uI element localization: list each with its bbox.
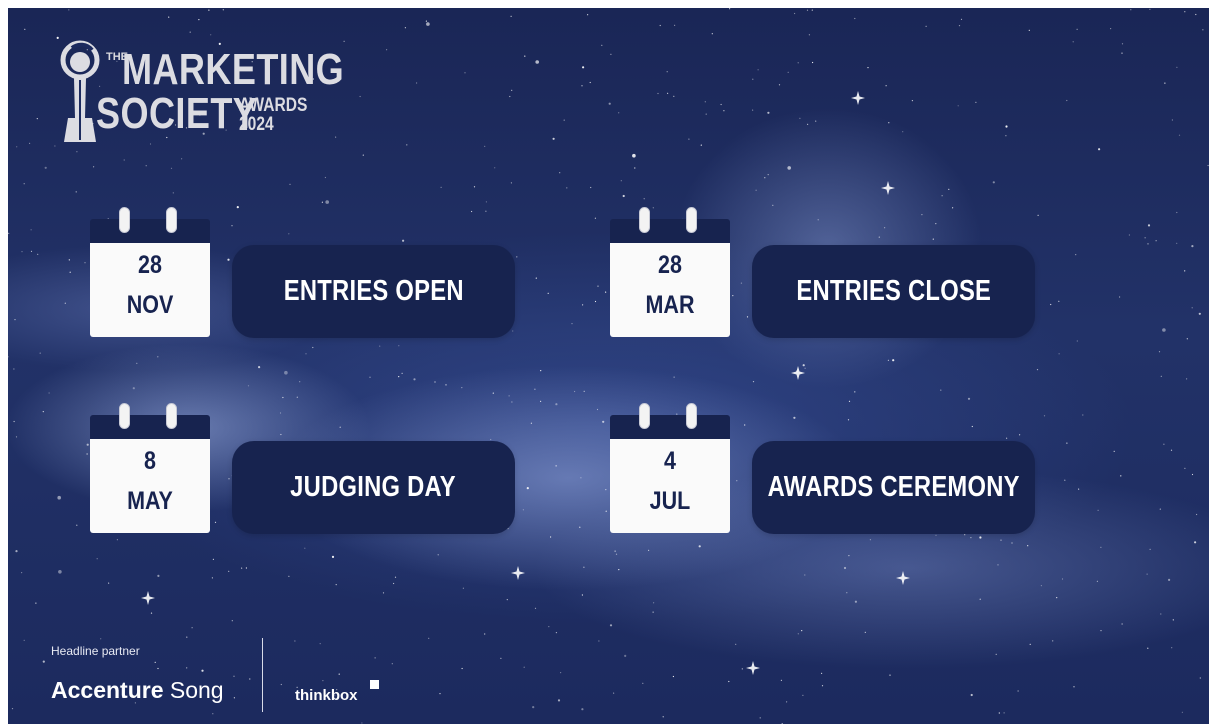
calendar-icon: 28 MAR (610, 207, 730, 337)
event-day: 8 (144, 447, 156, 475)
event-entries-open: 28 NOV ENTRIES OPEN (90, 207, 520, 338)
headline-partner-label: Headline partner (51, 644, 140, 658)
event-day: 28 (658, 251, 682, 279)
accenture-wordmark: Accenture (51, 677, 164, 703)
event-label-pill: JUDGING DAY (232, 441, 515, 534)
event-month: NOV (126, 291, 174, 319)
logo-line-marketing: MARKETING (122, 45, 345, 94)
song-wordmark: Song (169, 677, 224, 703)
event-label-pill: ENTRIES CLOSE (752, 245, 1035, 338)
event-judging-day: 8 MAY JUDGING DAY (90, 403, 520, 534)
thinkbox-square-icon (370, 680, 379, 689)
marketing-society-awards-logo: THE MARKETING SOCIETY AWARDS 2024 (52, 38, 352, 148)
event-label: JUDGING DAY (290, 471, 457, 503)
logo-awards: AWARDS (239, 95, 308, 116)
calendar-icon: 8 MAY (90, 403, 210, 533)
event-entries-close: 28 MAR ENTRIES CLOSE (610, 207, 1040, 338)
event-label: ENTRIES CLOSE (796, 275, 991, 307)
event-awards-ceremony: 4 JUL AWARDS CEREMONY (610, 403, 1040, 534)
event-label: AWARDS CEREMONY (767, 471, 1020, 503)
event-month: MAY (127, 487, 173, 515)
event-day: 28 (138, 251, 162, 279)
event-month: MAR (645, 291, 695, 319)
event-label: ENTRIES OPEN (283, 275, 464, 307)
event-label-pill: AWARDS CEREMONY (752, 441, 1035, 534)
hero-banner: THE MARKETING SOCIETY AWARDS 2024 28 NOV… (8, 8, 1209, 724)
thinkbox-logo: thinkbox (295, 687, 358, 704)
logo-year: 2024 (239, 114, 274, 135)
event-day: 4 (664, 447, 676, 475)
calendar-icon: 28 NOV (90, 207, 210, 337)
event-label-pill: ENTRIES OPEN (232, 245, 515, 338)
calendar-icon: 4 JUL (610, 403, 730, 533)
logo-the-text: THE (106, 51, 128, 63)
partner-divider (262, 638, 263, 712)
logo-line-society: SOCIETY (96, 89, 258, 138)
event-month: JUL (649, 487, 691, 515)
accenture-song-logo: Accenture Song (51, 677, 224, 704)
